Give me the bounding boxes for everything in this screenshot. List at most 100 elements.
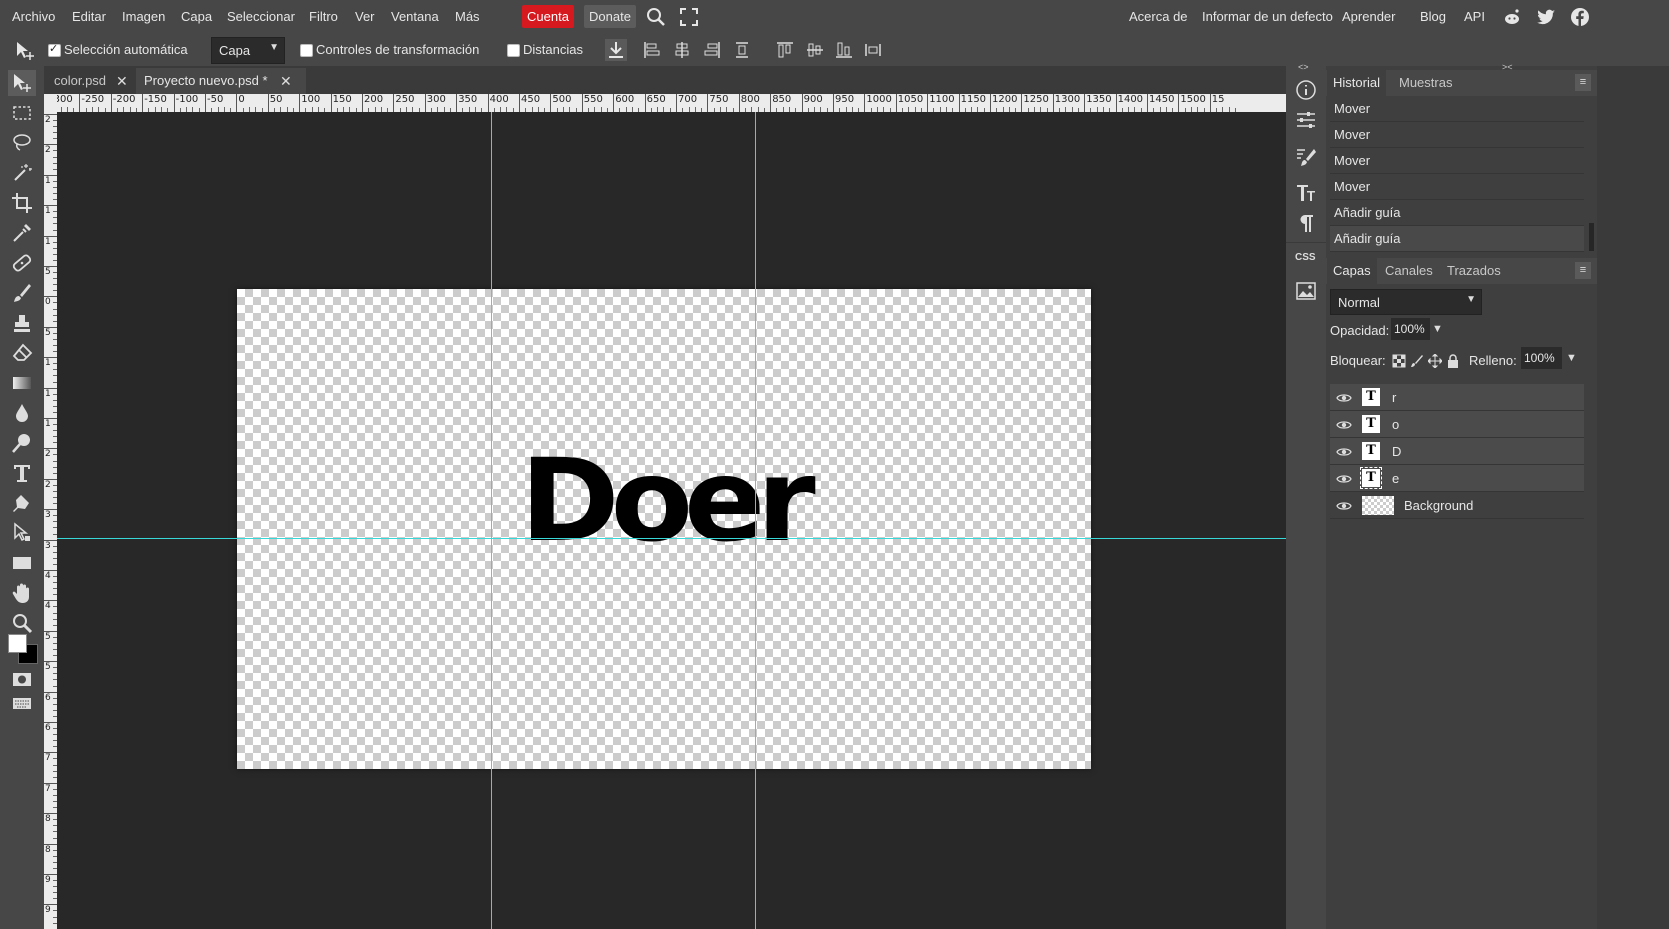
- eye-icon[interactable]: [1336, 419, 1352, 431]
- fill-dropdown-icon[interactable]: ▼: [1566, 352, 1577, 364]
- menu-imagen[interactable]: Imagen: [122, 9, 165, 24]
- close-icon[interactable]: ✕: [116, 68, 128, 94]
- panel-menu-icon[interactable]: ≡: [1575, 74, 1591, 91]
- align-left-icon[interactable]: [643, 41, 661, 59]
- shape-tool[interactable]: [8, 550, 36, 576]
- vertical-guide[interactable]: [491, 112, 492, 929]
- menu-seleccionar[interactable]: Seleccionar: [227, 9, 295, 24]
- ruler-vertical[interactable]: 2 2 1 1 1 5 0 5 1 1 1 2 2 3 3 4 4 5 5 6 6 7 7 8 8 9 9: [44, 112, 57, 929]
- panel-menu-icon[interactable]: ≡: [1575, 262, 1591, 279]
- layer-row[interactable]: Background: [1330, 492, 1584, 519]
- align-center-h-icon[interactable]: [673, 41, 691, 59]
- css-icon[interactable]: CSS: [1295, 252, 1316, 263]
- quick-mask-tool[interactable]: [8, 666, 36, 692]
- auto-select-checkbox[interactable]: [48, 42, 61, 57]
- donate-button[interactable]: Donate: [584, 5, 636, 28]
- brush-tool[interactable]: [8, 280, 36, 306]
- text-layer-doer[interactable]: Doer: [520, 445, 816, 559]
- paragraph-icon[interactable]: [1295, 212, 1317, 234]
- dodge-tool[interactable]: [8, 430, 36, 456]
- twitter-icon[interactable]: [1536, 7, 1556, 27]
- vertical-guide[interactable]: [755, 112, 756, 929]
- eye-icon[interactable]: [1336, 446, 1352, 458]
- layer-row[interactable]: T D: [1330, 438, 1584, 465]
- link-learn[interactable]: Aprender: [1342, 9, 1395, 24]
- tab-color-psd[interactable]: color.psd ✕: [46, 68, 142, 94]
- transform-controls-checkbox[interactable]: [300, 44, 313, 57]
- tab-proyecto-nuevo[interactable]: Proyecto nuevo.psd * ✕: [136, 68, 306, 94]
- layer-row[interactable]: T r: [1330, 384, 1584, 411]
- fullscreen-icon[interactable]: [679, 7, 699, 27]
- distribute-v-icon[interactable]: [864, 41, 882, 59]
- color-swatches[interactable]: [6, 632, 38, 664]
- facebook-icon[interactable]: [1570, 7, 1590, 27]
- horizontal-guide[interactable]: [57, 538, 1286, 539]
- link-about[interactable]: Acerca de: [1129, 9, 1188, 24]
- close-icon[interactable]: ✕: [280, 68, 292, 94]
- history-item[interactable]: Mover: [1330, 122, 1584, 148]
- menu-archivo[interactable]: Archivo: [12, 9, 55, 24]
- menu-editar[interactable]: Editar: [72, 9, 106, 24]
- eyedropper-tool[interactable]: [8, 220, 36, 246]
- link-api[interactable]: API: [1464, 9, 1485, 24]
- layer-row[interactable]: T o: [1330, 411, 1584, 438]
- search-icon[interactable]: [646, 7, 666, 27]
- crop-tool[interactable]: [8, 190, 36, 216]
- menu-ver[interactable]: Ver: [355, 9, 375, 24]
- history-scrollbar[interactable]: [1589, 223, 1594, 251]
- link-blog[interactable]: Blog: [1420, 9, 1446, 24]
- character-icon[interactable]: [1295, 182, 1317, 204]
- ruler-horizontal[interactable]: -300 -250 -200 -150 -100 -50 0 50 100 150 200 250 30…: [57, 94, 1286, 112]
- type-tool[interactable]: [8, 460, 36, 486]
- canvas-workspace[interactable]: Doer: [57, 112, 1286, 929]
- adjustments-icon[interactable]: [1295, 109, 1317, 131]
- opacity-dropdown-icon[interactable]: ▼: [1432, 323, 1443, 335]
- menu-filtro[interactable]: Filtro: [309, 9, 338, 24]
- align-middle-icon[interactable]: [806, 41, 824, 59]
- pen-tool[interactable]: [8, 490, 36, 516]
- lock-transparency-icon[interactable]: [1392, 354, 1406, 368]
- path-selection-tool[interactable]: [8, 520, 36, 546]
- align-bottom-icon[interactable]: [835, 41, 853, 59]
- eye-icon[interactable]: [1336, 500, 1352, 512]
- distribute-h-icon[interactable]: [733, 41, 751, 59]
- menu-mas[interactable]: Más: [455, 9, 480, 24]
- tab-historial[interactable]: Historial: [1327, 70, 1386, 96]
- link-report-bug[interactable]: Informar de un defecto: [1202, 9, 1333, 24]
- move-tool[interactable]: [8, 70, 36, 96]
- lock-pixels-icon[interactable]: [1410, 354, 1424, 368]
- magic-wand-tool[interactable]: [8, 160, 36, 186]
- align-top-icon[interactable]: [776, 41, 794, 59]
- align-right-icon[interactable]: [703, 41, 721, 59]
- auto-select-target-dropdown[interactable]: Capa ▼: [211, 37, 285, 64]
- history-item[interactable]: Añadir guía: [1330, 200, 1584, 226]
- tab-capas[interactable]: Capas: [1327, 258, 1377, 284]
- clone-stamp-tool[interactable]: [8, 310, 36, 336]
- marquee-tool[interactable]: [8, 100, 36, 126]
- blur-tool[interactable]: [8, 400, 36, 426]
- history-item[interactable]: Mover: [1330, 148, 1584, 174]
- eye-icon[interactable]: [1336, 473, 1352, 485]
- history-item[interactable]: Mover: [1330, 174, 1584, 200]
- keyboard-tool[interactable]: [8, 690, 36, 716]
- download-icon[interactable]: [605, 39, 627, 61]
- eye-icon[interactable]: [1336, 392, 1352, 404]
- account-button[interactable]: Cuenta: [522, 5, 574, 28]
- history-item-current[interactable]: Añadir guía: [1330, 226, 1584, 252]
- foreground-color-swatch[interactable]: [8, 634, 27, 653]
- healing-brush-tool[interactable]: [8, 250, 36, 276]
- reddit-icon[interactable]: [1502, 7, 1522, 27]
- menu-capa[interactable]: Capa: [181, 9, 212, 24]
- gradient-tool[interactable]: [8, 370, 36, 396]
- lock-position-icon[interactable]: [1428, 354, 1442, 368]
- eraser-tool[interactable]: [8, 340, 36, 366]
- lasso-tool[interactable]: [8, 130, 36, 156]
- tab-trazados[interactable]: Trazados: [1441, 258, 1507, 284]
- blend-mode-dropdown[interactable]: Normal ▼: [1330, 289, 1482, 315]
- image-icon[interactable]: [1295, 280, 1317, 302]
- hand-tool[interactable]: [8, 580, 36, 606]
- distances-checkbox[interactable]: [507, 44, 520, 57]
- history-item[interactable]: Mover: [1330, 96, 1584, 122]
- layer-row[interactable]: T e: [1330, 465, 1584, 492]
- brush-settings-icon[interactable]: [1295, 146, 1317, 168]
